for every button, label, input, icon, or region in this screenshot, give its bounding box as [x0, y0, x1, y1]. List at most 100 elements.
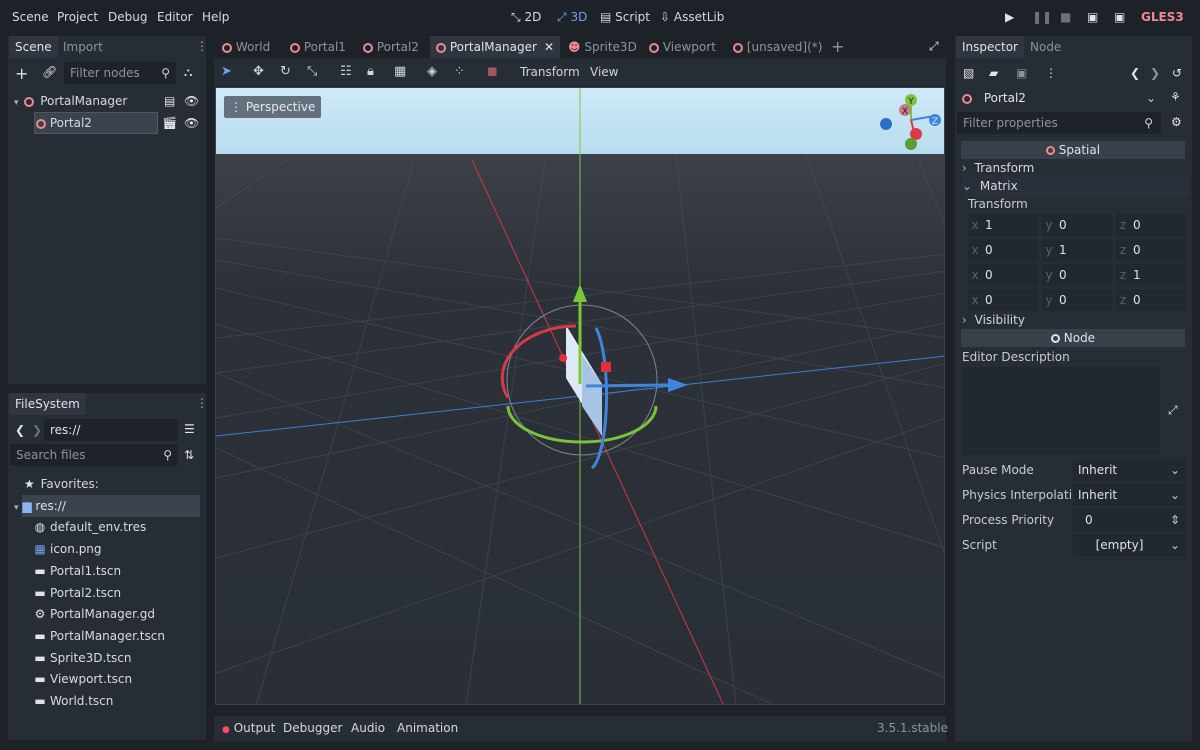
script-attached-icon[interactable]: ▤: [164, 90, 175, 112]
menu-help[interactable]: Help: [202, 10, 229, 24]
renderer-label[interactable]: GLES3: [1141, 10, 1184, 24]
matrix-x-field[interactable]: x0: [968, 264, 1038, 286]
tree-node-portal2[interactable]: Portal2 🎬︎ 👁︎: [36, 112, 202, 134]
snap-icon[interactable]: ⁘: [454, 64, 465, 79]
matrix-x-field[interactable]: x0: [968, 239, 1038, 261]
menu-editor[interactable]: Editor: [157, 10, 193, 24]
file-item[interactable]: ▦ icon.png: [34, 538, 101, 560]
sort-icon[interactable]: ⇅: [184, 448, 194, 462]
save-icon[interactable]: ▣: [1016, 66, 1027, 80]
visibility-eye-icon[interactable]: 👁︎: [184, 112, 199, 134]
output-tab[interactable]: ● Output: [222, 721, 275, 735]
scene-tab-unsaved[interactable]: [unsaved](*): [727, 36, 828, 58]
lock-icon[interactable]: 🔒︎: [367, 64, 374, 79]
object-properties-icon[interactable]: ⚘: [1170, 90, 1181, 104]
close-icon[interactable]: ✕: [544, 36, 554, 58]
pause-icon[interactable]: ❚❚: [1032, 10, 1052, 24]
workspace-script-button[interactable]: ▤ Script: [600, 10, 650, 24]
matrix-y-field[interactable]: y1: [1042, 239, 1112, 261]
matrix-x-field[interactable]: x0: [968, 289, 1038, 311]
tab-filesystem[interactable]: FileSystem: [9, 393, 86, 415]
open-scene-icon[interactable]: 🎬︎: [162, 112, 177, 134]
forward-icon[interactable]: ❯: [32, 423, 42, 437]
select-tool-icon[interactable]: ➤: [221, 64, 232, 79]
list-select-icon[interactable]: ☷: [340, 64, 352, 79]
instance-scene-icon[interactable]: ⛬: [184, 65, 192, 80]
file-item[interactable]: ▬ Viewport.tscn: [34, 668, 132, 690]
history-icon[interactable]: ↺: [1172, 66, 1182, 80]
filter-nodes-input[interactable]: Filter nodes ⚲: [64, 62, 176, 84]
audio-tab[interactable]: Audio: [351, 721, 385, 735]
file-item[interactable]: ▬ PortalManager.tscn: [34, 625, 165, 647]
scene-tab-portalmanager[interactable]: PortalManager ✕: [430, 36, 560, 58]
view-orientation-gizmo[interactable]: Y X Z: [876, 90, 945, 160]
file-item[interactable]: ⚙ PortalManager.gd: [34, 603, 155, 625]
back-icon[interactable]: ❮: [15, 423, 25, 437]
file-item[interactable]: ▬ Sprite3D.tscn: [34, 647, 131, 669]
3d-viewport[interactable]: ⋮ Perspective Y X Z: [215, 87, 945, 705]
script-select[interactable]: [empty] ⌄: [1073, 534, 1186, 556]
view-menu[interactable]: View: [590, 65, 618, 79]
local-space-icon[interactable]: ◈: [427, 64, 437, 79]
editor-description-field[interactable]: [962, 367, 1160, 455]
add-tab-icon[interactable]: +: [831, 37, 844, 56]
menu-debug[interactable]: Debug: [108, 10, 147, 24]
perspective-menu[interactable]: ⋮ Perspective: [224, 96, 322, 118]
group-icon[interactable]: ▦: [394, 64, 406, 79]
scale-tool-icon[interactable]: ⤡: [307, 64, 317, 79]
tab-import[interactable]: Import: [57, 36, 109, 58]
matrix-z-field[interactable]: z1: [1116, 264, 1186, 286]
visibility-group[interactable]: › Visibility: [962, 309, 1190, 331]
dock-menu-icon[interactable]: ⋮: [196, 396, 208, 410]
matrix-y-field[interactable]: y0: [1042, 214, 1112, 236]
dock-menu-icon[interactable]: ⋮: [196, 39, 208, 53]
camera-preview-icon[interactable]: ◼: [487, 64, 498, 79]
scene-tab-sprite3d[interactable]: ☻ Sprite3D: [562, 36, 643, 58]
physics-interpolation-select[interactable]: Inherit ⌄: [1073, 484, 1186, 506]
stop-icon[interactable]: ■: [1060, 10, 1071, 24]
matrix-z-field[interactable]: z0: [1116, 214, 1186, 236]
matrix-y-field[interactable]: y0: [1042, 289, 1112, 311]
matrix-y-field[interactable]: y0: [1042, 264, 1112, 286]
tab-scene[interactable]: Scene: [9, 36, 58, 58]
workspace-2d-button[interactable]: ⤡ 2D: [511, 10, 541, 25]
path-input[interactable]: res://: [44, 419, 178, 441]
history-forward-icon[interactable]: ❯: [1150, 66, 1160, 80]
property-settings-icon[interactable]: ⚙: [1171, 115, 1182, 129]
add-node-icon[interactable]: +: [15, 64, 28, 83]
scene-tab-world[interactable]: World: [216, 36, 276, 58]
animation-tab[interactable]: Animation: [397, 721, 458, 735]
debugger-tab[interactable]: Debugger: [283, 721, 342, 735]
split-view-icon[interactable]: ☰: [184, 422, 195, 436]
scene-tab-portal1[interactable]: Portal1: [284, 36, 352, 58]
open-folder-icon[interactable]: ▰: [989, 66, 998, 80]
menu-scene[interactable]: Scene: [12, 10, 49, 24]
move-tool-icon[interactable]: ✥: [253, 64, 264, 79]
tree-node-portalmanager[interactable]: ▾ PortalManager ▤ 👁︎: [14, 90, 202, 112]
scene-tab-viewport[interactable]: Viewport: [643, 36, 722, 58]
matrix-x-field[interactable]: x1: [968, 214, 1038, 236]
play-icon[interactable]: ▶: [1005, 10, 1014, 24]
pause-mode-select[interactable]: Inherit ⌄: [1073, 459, 1186, 481]
search-files-input[interactable]: Search files ⚲: [10, 444, 178, 466]
root-folder[interactable]: ▾ ▆ res://: [14, 495, 66, 517]
tab-node[interactable]: Node: [1024, 36, 1067, 58]
menu-project[interactable]: Project: [57, 10, 98, 24]
file-item[interactable]: ◍ default_env.tres: [34, 516, 146, 538]
transform-menu[interactable]: Transform: [520, 65, 580, 79]
object-selector[interactable]: Portal2 ⌄: [958, 87, 1162, 109]
file-item[interactable]: ▬ Portal1.tscn: [34, 560, 121, 582]
new-resource-icon[interactable]: ▧: [963, 66, 974, 80]
distraction-free-icon[interactable]: ⤢: [929, 39, 939, 54]
more-menu-icon[interactable]: ⋮: [1045, 66, 1057, 80]
workspace-3d-button[interactable]: ⤢ 3D: [557, 10, 587, 25]
file-item[interactable]: ▬ Portal2.tscn: [34, 582, 121, 604]
tab-inspector[interactable]: Inspector: [956, 36, 1024, 58]
workspace-assetlib-button[interactable]: ⇩ AssetLib: [660, 10, 724, 24]
play-scene-icon[interactable]: ▣: [1087, 10, 1098, 24]
scene-tab-portal2[interactable]: Portal2: [357, 36, 425, 58]
expand-editor-icon[interactable]: ⤢: [1168, 403, 1178, 418]
matrix-z-field[interactable]: z0: [1116, 289, 1186, 311]
visibility-eye-icon[interactable]: 👁︎: [184, 90, 199, 112]
link-icon[interactable]: 🔗︎: [42, 65, 57, 79]
